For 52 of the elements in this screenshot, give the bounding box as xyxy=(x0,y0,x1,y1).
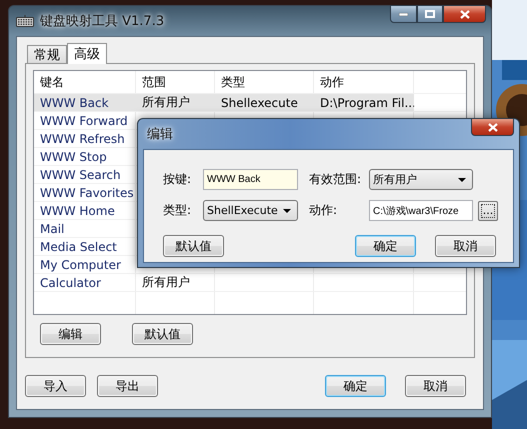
close-icon xyxy=(460,10,470,18)
dialog-button[interactable]: 取消 xyxy=(435,235,496,257)
table-cell-text: Mail xyxy=(39,220,66,237)
table-cell-text: 所有用户 xyxy=(141,274,191,291)
column-header[interactable]: 键名 xyxy=(34,71,136,93)
table-cell-text: WWW Forward xyxy=(39,112,129,129)
field-label: 按键: xyxy=(163,171,192,188)
ok-button[interactable]: 确定 xyxy=(325,375,386,397)
footer-button[interactable]: 导出 xyxy=(97,375,158,397)
table-cell-text: Calculator xyxy=(39,274,102,291)
type-dropdown[interactable]: ShellExecute xyxy=(203,200,298,221)
table-cell-text: Shellexecute xyxy=(220,94,299,111)
browse-button[interactable]: ... xyxy=(478,200,498,220)
column-header[interactable]: 动作 xyxy=(314,71,414,93)
footer-button[interactable]: 导入 xyxy=(25,375,86,397)
table-cell-text: 所有用户 xyxy=(141,94,191,111)
table-cell-text: WWW Refresh xyxy=(39,130,126,147)
maximize-icon xyxy=(425,10,435,18)
ok-button[interactable]: 确定 xyxy=(355,235,416,257)
table-cell-text: WWW Home xyxy=(39,202,116,219)
close-icon xyxy=(488,122,498,132)
keyboard-icon xyxy=(16,15,34,27)
close-button[interactable] xyxy=(443,5,486,23)
maximize-button[interactable] xyxy=(417,5,443,23)
window-title: 键盘映射工具 V1.7.3 xyxy=(40,13,164,30)
table-cell-text: WWW Stop xyxy=(39,148,108,165)
footer-button[interactable]: 取消 xyxy=(405,375,466,397)
column-header[interactable]: 类型 xyxy=(215,71,314,93)
table-cell-text: WWW Back xyxy=(39,94,110,111)
scope-dropdown[interactable]: 所有用户 xyxy=(369,169,473,190)
minimize-button[interactable] xyxy=(390,5,417,23)
field-label: 有效范围: xyxy=(309,171,362,188)
key-field[interactable]: WWW Back xyxy=(203,169,298,190)
table-row[interactable]: Calculator 所有用户 xyxy=(34,274,466,292)
panel-button[interactable]: 编辑 xyxy=(40,323,101,345)
table-cell-text: My Computer xyxy=(39,256,122,273)
close-button[interactable] xyxy=(471,118,514,136)
dialog-title: 编辑 xyxy=(147,126,173,143)
field-label: 类型: xyxy=(163,202,192,219)
table-cell-text: WWW Search xyxy=(39,166,122,183)
table-cell-text: WWW Favorites xyxy=(39,184,135,201)
dialog-button[interactable]: 默认值 xyxy=(163,235,224,257)
field-label: 动作: xyxy=(309,202,338,219)
panel-button[interactable]: 默认值 xyxy=(132,323,193,345)
tab[interactable]: 常规 xyxy=(27,45,67,63)
table-cell-text: Media Select xyxy=(39,238,118,255)
caret-icon xyxy=(283,208,291,212)
caret-icon xyxy=(458,178,466,182)
tab[interactable]: 高级 xyxy=(67,43,107,64)
column-header[interactable]: 范围 xyxy=(136,71,215,93)
action-field[interactable]: C:\游戏\war3\Froze xyxy=(369,200,473,221)
minimize-icon xyxy=(399,12,408,16)
